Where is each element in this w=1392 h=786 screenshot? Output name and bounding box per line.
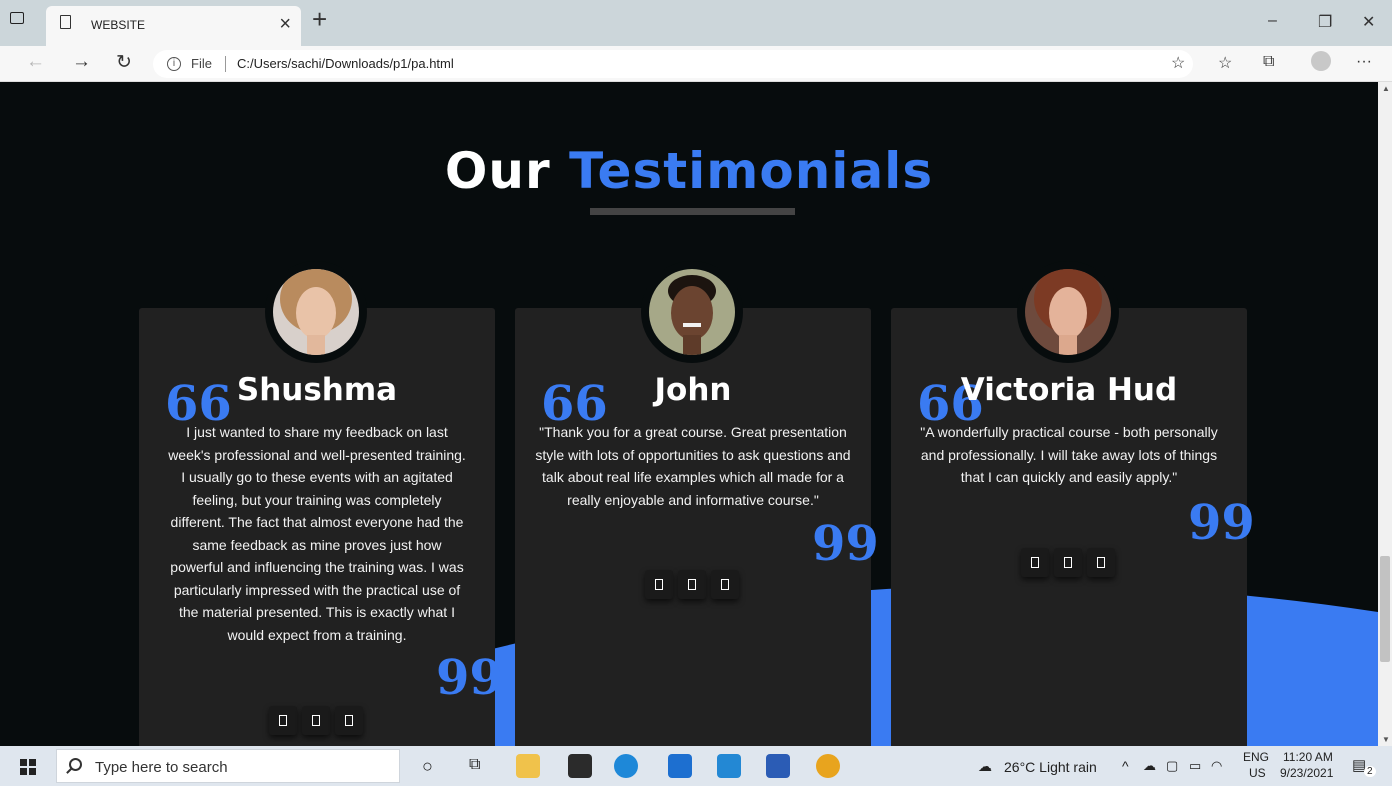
social-icon	[1031, 557, 1039, 568]
windows-taskbar: Type here to search ○ ⧉ ☁ 26°C Light rai…	[0, 746, 1392, 786]
cortana-icon[interactable]: ○	[422, 756, 433, 777]
social-icon	[1064, 557, 1072, 568]
social-link-button[interactable]	[1021, 548, 1049, 577]
tab-title: WEBSITE	[91, 18, 146, 32]
taskbar-search-input[interactable]: Type here to search	[56, 749, 400, 783]
clock-time[interactable]: 11:20 AM	[1283, 750, 1333, 764]
avatar	[265, 261, 367, 363]
social-icon	[279, 715, 287, 726]
vscode-icon[interactable]	[717, 754, 741, 778]
social-links	[269, 706, 363, 735]
social-link-button[interactable]	[335, 706, 363, 735]
page-icon	[60, 15, 71, 29]
windows-start-icon[interactable]	[20, 759, 36, 775]
social-link-button[interactable]	[711, 570, 739, 599]
search-placeholder: Type here to search	[95, 759, 228, 776]
social-link-button[interactable]	[645, 570, 673, 599]
avatar-photo-john	[649, 269, 735, 355]
edge-icon[interactable]	[614, 754, 638, 778]
clock-date[interactable]: 9/23/2021	[1280, 766, 1333, 780]
social-icon	[1097, 557, 1105, 568]
quote-close-icon: 99	[436, 650, 503, 706]
region-label[interactable]: US	[1249, 766, 1266, 780]
chrome-icon[interactable]	[816, 754, 840, 778]
weather-icon[interactable]: ☁	[978, 758, 992, 775]
onedrive-icon[interactable]: ☁	[1143, 758, 1156, 774]
refresh-icon[interactable]: ↻	[116, 51, 132, 74]
site-info-icon[interactable]: i	[167, 57, 181, 71]
social-links	[645, 570, 739, 599]
profile-icon[interactable]	[1311, 51, 1331, 71]
page-scrollbar[interactable]: ▲ ▼	[1378, 82, 1392, 746]
testimonial-name: Victoria Hud	[960, 372, 1178, 408]
scroll-down-icon[interactable]: ▼	[1382, 735, 1390, 744]
quote-close-icon: 99	[1188, 495, 1255, 551]
wifi-icon[interactable]: ◠	[1211, 758, 1222, 774]
social-link-button[interactable]	[269, 706, 297, 735]
weather-text[interactable]: 26°C Light rain	[1004, 759, 1097, 775]
social-icon	[688, 579, 696, 590]
mail-icon[interactable]	[668, 754, 692, 778]
title-testimonials: Testimonials	[569, 142, 934, 200]
browser-tab-bar: WEBSITE × + – ❐ ✕	[0, 0, 1392, 46]
page-title: Our Testimonials	[0, 142, 1378, 200]
restore-button[interactable]: ❐	[1318, 12, 1332, 32]
tab-close-icon[interactable]: ×	[279, 13, 291, 36]
avatar	[1017, 261, 1119, 363]
social-link-button[interactable]	[302, 706, 330, 735]
avatar-photo-shushma	[273, 269, 359, 355]
avatar	[641, 261, 743, 363]
more-icon[interactable]: ···	[1356, 53, 1372, 71]
url-input[interactable]: i File C:/Users/sachi/Downloads/p1/pa.ht…	[153, 50, 1193, 78]
address-bar-row: ← → ↻ i File C:/Users/sachi/Downloads/p1…	[0, 46, 1392, 82]
social-links	[1021, 548, 1115, 577]
store-icon[interactable]	[568, 754, 592, 778]
testimonial-quote: I just wanted to share my feedback on la…	[168, 424, 466, 643]
new-tab-button[interactable]: +	[312, 4, 327, 34]
scroll-up-icon[interactable]: ▲	[1382, 84, 1390, 93]
avatar-photo-victoria	[1025, 269, 1111, 355]
testimonial-name: Shushma	[236, 372, 398, 408]
url-text[interactable]: C:/Users/sachi/Downloads/p1/pa.html	[237, 56, 454, 71]
social-link-button[interactable]	[1054, 548, 1082, 577]
title-underline	[590, 208, 795, 215]
meet-now-icon[interactable]: ▢	[1166, 758, 1178, 774]
task-view-icon[interactable]: ⧉	[469, 756, 480, 774]
testimonial-card: 66 Victoria Hud "A wonderfully practical…	[891, 308, 1255, 746]
title-our: Our	[444, 142, 551, 200]
word-icon[interactable]	[766, 754, 790, 778]
testimonial-card: 66 Shushma I just wanted to share my fee…	[139, 308, 503, 746]
add-favorite-icon[interactable]: ☆	[1171, 53, 1185, 73]
file-label: File	[191, 56, 212, 71]
search-icon	[69, 758, 82, 771]
testimonial-name: John	[654, 372, 732, 408]
tab-actions-icon[interactable]	[10, 12, 24, 24]
url-separator	[225, 56, 226, 72]
battery-icon[interactable]: ▭	[1189, 758, 1201, 774]
scroll-thumb[interactable]	[1380, 556, 1390, 662]
quote-close-icon: 99	[812, 516, 879, 572]
social-icon	[345, 715, 353, 726]
minimize-button[interactable]: –	[1268, 12, 1277, 30]
close-window-button[interactable]: ✕	[1362, 12, 1375, 32]
testimonial-card: 66 John "Thank you for a great course. G…	[515, 308, 879, 746]
notification-count: 2	[1364, 766, 1376, 777]
show-hidden-icons-icon[interactable]: ^	[1122, 758, 1129, 774]
testimonial-quote: "Thank you for a great course. Great pre…	[535, 424, 851, 508]
collections-icon[interactable]: ⧉	[1263, 53, 1274, 71]
language-label[interactable]: ENG	[1243, 750, 1269, 764]
tab-website[interactable]: WEBSITE ×	[46, 6, 301, 46]
favorites-icon[interactable]: ☆	[1218, 53, 1232, 73]
testimonial-quote: "A wonderfully practical course - both p…	[920, 424, 1218, 485]
social-icon	[312, 715, 320, 726]
page-content: Our Testimonials 66 Shushma I just wante…	[0, 82, 1378, 746]
social-link-button[interactable]	[678, 570, 706, 599]
file-explorer-icon[interactable]	[516, 754, 540, 778]
forward-arrow-icon[interactable]: →	[72, 51, 91, 73]
social-icon	[655, 579, 663, 590]
back-arrow-icon[interactable]: ←	[26, 51, 45, 73]
social-icon	[721, 579, 729, 590]
social-link-button[interactable]	[1087, 548, 1115, 577]
